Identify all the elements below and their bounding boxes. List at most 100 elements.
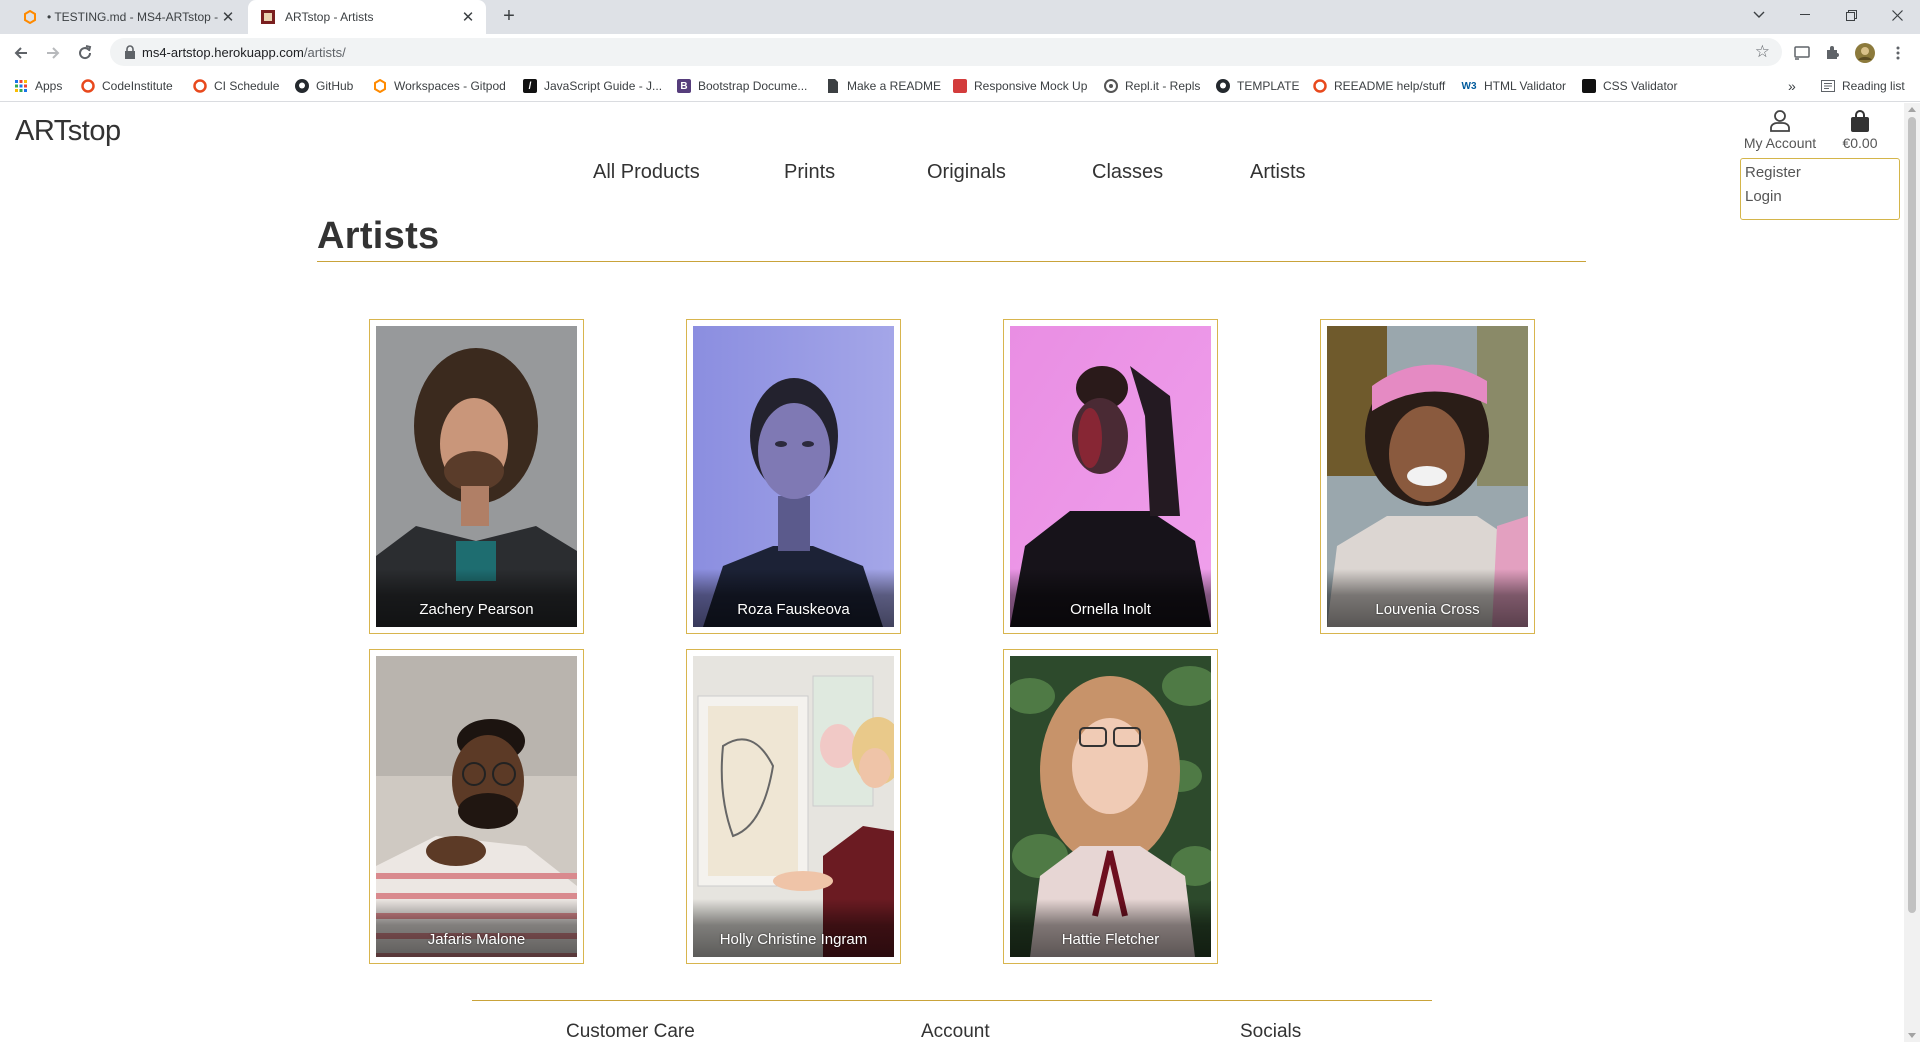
- bookmark-github[interactable]: GitHub: [295, 77, 353, 95]
- codeinstitute-icon: [193, 79, 207, 93]
- cart-button[interactable]: €0.00: [1830, 109, 1890, 151]
- artist-card[interactable]: Roza Fauskeova: [686, 319, 901, 634]
- tab-search-icon[interactable]: [1736, 0, 1782, 30]
- bookmark-responsive-mockup[interactable]: Responsive Mock Up: [953, 77, 1087, 95]
- caption-overlay: [693, 569, 894, 627]
- nav-prints[interactable]: Prints: [784, 161, 835, 184]
- reload-icon[interactable]: [74, 42, 96, 64]
- nav-classes[interactable]: Classes: [1092, 161, 1163, 184]
- cart-total: €0.00: [1842, 135, 1878, 151]
- bookmark-html-validator[interactable]: W3 HTML Validator: [1461, 77, 1567, 95]
- close-icon[interactable]: ✕: [218, 7, 238, 27]
- artist-card[interactable]: Holly Christine Ingram: [686, 649, 901, 964]
- artstop-favicon: [260, 9, 276, 25]
- browser-tab-testing[interactable]: • TESTING.md - MS4-ARTstop - ✕: [10, 0, 246, 34]
- browser-tabstrip: • TESTING.md - MS4-ARTstop - ✕ ARTstop -…: [0, 0, 1920, 34]
- github-icon: [1216, 79, 1230, 93]
- page-scrollbar[interactable]: [1904, 103, 1920, 1042]
- gitpod-icon: [22, 9, 38, 25]
- artist-name: Jafaris Malone: [427, 931, 526, 948]
- my-account-button[interactable]: My Account: [1742, 109, 1818, 151]
- bookmark-codeinstitute[interactable]: CodeInstitute: [81, 77, 173, 95]
- reading-list-button[interactable]: Reading list: [1821, 77, 1905, 95]
- bookmark-label: Responsive Mock Up: [974, 79, 1088, 93]
- back-icon[interactable]: [10, 42, 32, 64]
- bookmark-gitpod[interactable]: Workspaces - Gitpod: [373, 77, 506, 95]
- bookmark-css-validator[interactable]: CSS Validator: [1582, 77, 1677, 95]
- scroll-down-arrow-icon[interactable]: [1908, 1033, 1916, 1038]
- nav-all-products[interactable]: All Products: [593, 161, 700, 184]
- artist-card[interactable]: Hattie Fletcher: [1003, 649, 1218, 964]
- extensions-icon[interactable]: [1822, 43, 1842, 63]
- forward-icon[interactable]: [42, 42, 64, 64]
- replit-icon: [1104, 79, 1118, 93]
- site-logo[interactable]: ARTstop: [15, 115, 121, 148]
- bookmark-template[interactable]: TEMPLATE: [1216, 77, 1299, 95]
- new-tab-button[interactable]: +: [498, 6, 520, 28]
- shopping-bag-icon: [1830, 109, 1890, 135]
- artist-card[interactable]: Zachery Pearson: [369, 319, 584, 634]
- address-bar[interactable]: ms4-artstop.herokuapp.com/artists/ ☆: [110, 38, 1782, 66]
- lock-icon: [125, 45, 135, 59]
- bookmark-ci-schedule[interactable]: CI Schedule: [193, 77, 279, 95]
- close-window-icon[interactable]: [1874, 0, 1920, 30]
- account-dropdown: Register Login: [1740, 158, 1900, 220]
- artist-card[interactable]: Louvenia Cross: [1320, 319, 1535, 634]
- caption-overlay: [1010, 569, 1211, 627]
- bootstrap-icon: B: [677, 79, 691, 93]
- bookmark-label: CodeInstitute: [102, 79, 173, 93]
- bookmark-make-readme[interactable]: Make a README: [826, 77, 941, 95]
- url-path: /artists/: [303, 45, 346, 60]
- artist-card[interactable]: Ornella Inolt: [1003, 319, 1218, 634]
- chrome-menu-icon[interactable]: [1888, 43, 1908, 63]
- caption-overlay: [376, 899, 577, 957]
- minimize-icon[interactable]: [1782, 0, 1828, 30]
- bookmark-star-icon[interactable]: ☆: [1755, 42, 1770, 62]
- artist-name: Holly Christine Ingram: [719, 931, 868, 948]
- gitpod-icon: [373, 79, 387, 93]
- mockup-icon: [953, 79, 967, 93]
- restore-icon[interactable]: [1828, 0, 1874, 30]
- nav-artists[interactable]: Artists: [1250, 161, 1306, 184]
- github-icon: [295, 79, 309, 93]
- reading-list-icon: [1821, 79, 1835, 93]
- artist-card[interactable]: Jafaris Malone: [369, 649, 584, 964]
- artist-name: Zachery Pearson: [419, 601, 534, 618]
- scrollbar-thumb[interactable]: [1908, 117, 1916, 913]
- scroll-up-arrow-icon[interactable]: [1908, 107, 1916, 112]
- caption-overlay: [1010, 899, 1211, 957]
- bookmark-readme-help[interactable]: REEADME help/stuff: [1313, 77, 1445, 95]
- bookmark-apps[interactable]: Apps: [14, 77, 62, 95]
- bookmark-replit[interactable]: Repl.it - Repls: [1104, 77, 1200, 95]
- bookmarks-bar: Apps CodeInstitute CI Schedule GitHub Wo…: [0, 70, 1920, 102]
- bookmark-label: Make a README: [847, 79, 942, 93]
- w3c-icon: W3: [1461, 80, 1477, 92]
- nav-originals[interactable]: Originals: [927, 161, 1006, 184]
- more-bookmarks-chevron[interactable]: »: [1788, 77, 1796, 95]
- bookmark-label: HTML Validator: [1484, 79, 1567, 93]
- my-account-label: My Account: [1743, 135, 1817, 151]
- profile-avatar[interactable]: [1855, 43, 1875, 63]
- close-icon[interactable]: ✕: [458, 7, 478, 27]
- footer-heading-account: Account: [921, 1021, 990, 1042]
- caption-overlay: [376, 569, 577, 627]
- caption-overlay: [693, 899, 894, 957]
- cast-icon[interactable]: [1792, 43, 1812, 63]
- title-divider: [317, 261, 1586, 262]
- artist-name: Louvenia Cross: [1375, 601, 1480, 618]
- bookmark-label: Bootstrap Docume...: [698, 79, 808, 93]
- bookmark-label: JavaScript Guide - J...: [544, 79, 663, 93]
- document-icon: [826, 79, 840, 93]
- artist-name: Ornella Inolt: [1070, 601, 1151, 618]
- bookmark-label: REEADME help/stuff: [1334, 79, 1446, 93]
- register-link[interactable]: Register: [1745, 164, 1801, 181]
- mdn-icon: /: [523, 79, 537, 93]
- bookmark-bootstrap[interactable]: B Bootstrap Docume...: [677, 77, 807, 95]
- apps-grid-icon: [14, 79, 28, 93]
- tab-title: • TESTING.md - MS4-ARTstop -: [47, 10, 218, 24]
- login-link[interactable]: Login: [1745, 188, 1782, 205]
- bookmark-javascript-guide[interactable]: / JavaScript Guide - J...: [523, 77, 662, 95]
- bookmark-label: GitHub: [316, 79, 354, 93]
- artist-name: Hattie Fletcher: [1061, 931, 1160, 948]
- browser-tab-artists[interactable]: ARTstop - Artists ✕: [248, 0, 486, 34]
